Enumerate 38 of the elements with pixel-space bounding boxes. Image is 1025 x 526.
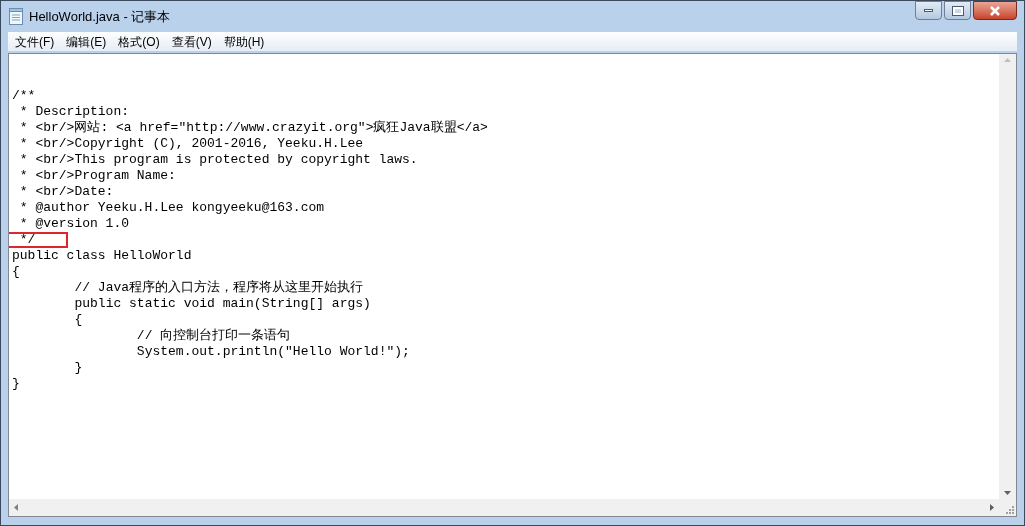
menu-item[interactable]: 文件(F) (15, 32, 55, 51)
code-line: System.out.println("Hello World!"); (135, 344, 410, 359)
minimize-icon[interactable] (924, 9, 933, 12)
close-button[interactable] (973, 1, 1017, 20)
notepad-icon (9, 8, 23, 25)
menu-item[interactable]: 编辑(E) (66, 32, 107, 51)
maximize-icon[interactable] (952, 6, 963, 15)
code-line: * <br/>Date: (18, 184, 114, 199)
minimize-button[interactable] (915, 1, 942, 20)
horizontal-scrollbar[interactable] (9, 499, 999, 516)
vertical-scrollbar[interactable] (999, 54, 1016, 499)
scroll-right-icon[interactable] (990, 504, 994, 511)
menu-item[interactable]: 查看(V) (171, 32, 212, 51)
scroll-down-icon[interactable] (1004, 491, 1011, 495)
code-line: */ (18, 232, 36, 247)
code-line: * <br/>网站: <a href="http://www.crazyit.org">疯狂Java联盟</a> (18, 120, 488, 135)
code-line: * <br/>Copyright (C), 2001-2016, Yeeku.H.Lee (18, 136, 364, 151)
menu-item[interactable]: 帮助(H) (223, 32, 265, 51)
code-line: * <br/>Program Name: (18, 168, 176, 183)
close-icon[interactable] (989, 5, 1001, 16)
code-line: public static void main(String[] args) (73, 296, 371, 311)
menu-item[interactable]: 格式(O) (118, 32, 160, 51)
code-line: { (12, 264, 20, 279)
resize-grip-icon[interactable] (1004, 504, 1014, 514)
code-line: * <br/>This program is protected by copyright laws. (18, 152, 418, 167)
scroll-left-icon[interactable] (14, 504, 18, 511)
maximize-button[interactable] (944, 1, 971, 20)
code-line: } (73, 360, 83, 375)
code-line: /** (12, 88, 36, 103)
code-line: * @version 1.0 (18, 216, 130, 231)
code-line: public class HelloWorld (12, 248, 192, 263)
code-line: { (73, 312, 83, 327)
code-line: // Java程序的入口方法，程序将从这里开始执行 (73, 280, 364, 295)
code-line: } (12, 376, 20, 391)
window-title: HelloWorld.java - 记事本 (29, 7, 171, 26)
code-line: * @author Yeeku.H.Lee kongyeeku@163.com (18, 200, 325, 215)
code-line: * Description: (18, 104, 130, 119)
code-line: // 向控制台打印一条语句 (135, 328, 291, 343)
